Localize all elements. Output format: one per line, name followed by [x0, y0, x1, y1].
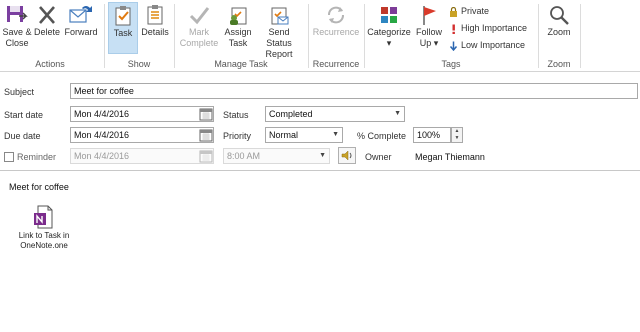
task-icon	[115, 6, 131, 26]
send-status-label-1: Send Status	[266, 27, 292, 48]
delete-icon	[39, 6, 55, 24]
reminder-label: Reminder	[17, 152, 57, 162]
group-zoom-label: Zoom	[547, 59, 571, 69]
priority-value: Normal	[269, 130, 299, 140]
low-importance-button[interactable]: Low Importance	[449, 38, 525, 53]
attachment-label-2: OneNote.one	[20, 241, 68, 250]
percent-complete-label: % Complete	[357, 131, 407, 141]
private-label: Private	[461, 6, 490, 16]
categorize-icon	[381, 7, 397, 23]
chevron-down-icon: ▾	[386, 38, 392, 48]
categorize-button[interactable]: Categorize ▾	[367, 2, 411, 58]
group-recurrence-label: Recurrence	[312, 59, 360, 69]
status-value: Completed	[269, 109, 313, 119]
follow-up-label-2-text: Up	[419, 38, 432, 48]
task-form: Subject Meet for coffee Start date Mon 4…	[0, 73, 640, 170]
status-label: Status	[223, 110, 249, 120]
onenote-attachment[interactable]: Link to Task in OneNote.one	[10, 205, 78, 251]
details-label: Details	[141, 27, 169, 37]
group-show-label: Show	[127, 59, 151, 69]
owner-label: Owner	[365, 152, 392, 162]
owner-value: Megan Thiemann	[415, 152, 485, 162]
lock-icon	[450, 6, 457, 17]
attachment-label-1: Link to Task in	[18, 231, 70, 240]
group-actions-label: Actions	[35, 59, 65, 69]
chevron-down-icon: ▼	[394, 110, 401, 117]
assign-task-label-2: Task	[228, 38, 248, 48]
reminder-time-value: 8:00 AM	[227, 151, 261, 161]
due-date-input[interactable]: Mon 4/4/2016	[70, 127, 214, 143]
follow-up-button[interactable]: Follow Up ▾	[413, 2, 445, 58]
arrow-down-icon	[449, 41, 458, 51]
task-body[interactable]: Meet for coffee Link to Task in OneNote.…	[0, 170, 640, 332]
task-view-label: Task	[113, 28, 133, 38]
task-view-button[interactable]: Task	[108, 2, 138, 54]
save-close-label-1: Save &	[2, 27, 32, 37]
onenote-file-icon	[34, 205, 53, 229]
mark-complete-button[interactable]: Mark Complete	[178, 2, 220, 58]
assign-task-button[interactable]: Assign Task	[223, 2, 253, 58]
save-close-label-2: Close	[5, 38, 29, 48]
calendar-icon[interactable]	[199, 149, 213, 163]
forward-button[interactable]: Forward	[63, 2, 99, 58]
reminder-sound-button[interactable]	[338, 147, 356, 164]
zoom-label: Zoom	[547, 27, 571, 37]
delete-button[interactable]: Delete	[33, 2, 61, 58]
reminder-checkbox[interactable]	[4, 152, 14, 162]
separator	[580, 4, 581, 68]
flag-icon	[423, 6, 436, 25]
save-close-button[interactable]: Save & Close	[2, 2, 32, 58]
reminder-date-input[interactable]: Mon 4/4/2016	[70, 148, 214, 164]
details-button[interactable]: Details	[140, 2, 170, 58]
priority-select[interactable]: Normal ▼	[265, 127, 343, 143]
send-status-report-button[interactable]: Send Status Report	[255, 2, 303, 59]
speaker-icon	[341, 150, 352, 161]
ribbon: Save & Close Delete Forward Actions Task	[0, 0, 640, 72]
group-tags-label: Tags	[441, 59, 461, 69]
group-manage-task-label: Manage Task	[214, 59, 268, 69]
checkmark-icon	[189, 7, 210, 25]
due-date-label: Due date	[4, 131, 41, 141]
send-status-icon	[271, 7, 289, 25]
save-close-icon	[7, 6, 28, 22]
zoom-button[interactable]: Zoom	[542, 2, 576, 58]
follow-up-label-1: Follow	[415, 27, 442, 37]
priority-label: Priority	[223, 131, 252, 141]
stepper-up-icon[interactable]: ▲	[452, 128, 462, 135]
high-importance-label: High Importance	[461, 23, 528, 33]
follow-up-label-2: Up ▾	[419, 38, 439, 48]
recurrence-icon	[328, 6, 344, 24]
details-icon	[147, 5, 163, 25]
body-text: Meet for coffee	[9, 182, 69, 192]
delete-label: Delete	[33, 27, 60, 37]
start-date-input[interactable]: Mon 4/4/2016	[70, 106, 214, 122]
subject-input[interactable]: Meet for coffee	[70, 83, 638, 99]
percent-complete-input[interactable]: 100%	[413, 127, 451, 143]
reminder-time-select[interactable]: 8:00 AM ▼	[223, 148, 330, 164]
low-importance-label: Low Importance	[461, 40, 526, 50]
mark-complete-label-2: Complete	[179, 38, 219, 48]
subject-label: Subject	[4, 87, 35, 97]
forward-icon	[69, 6, 92, 23]
assign-task-icon	[230, 7, 247, 25]
mark-complete-label-1: Mark	[189, 27, 209, 37]
assign-task-label-1: Assign	[224, 27, 252, 37]
high-importance-button[interactable]: High Importance	[449, 21, 527, 36]
recurrence-button[interactable]: Recurrence	[311, 2, 361, 58]
exclamation-icon	[452, 24, 455, 34]
recurrence-label: Recurrence	[312, 27, 360, 37]
magnifier-icon	[550, 6, 569, 25]
stepper-down-icon[interactable]: ▼	[452, 135, 462, 142]
chevron-down-icon: ▼	[319, 152, 326, 159]
private-button[interactable]: Private	[449, 4, 489, 19]
forward-label: Forward	[64, 27, 98, 37]
status-select[interactable]: Completed ▼	[265, 106, 405, 122]
chevron-down-icon: ▼	[332, 131, 339, 138]
calendar-icon[interactable]	[199, 107, 213, 121]
categorize-label: Categorize	[367, 27, 411, 37]
start-date-label: Start date	[4, 110, 44, 120]
percent-stepper[interactable]: ▲ ▼	[451, 127, 463, 143]
calendar-icon[interactable]	[199, 128, 213, 142]
